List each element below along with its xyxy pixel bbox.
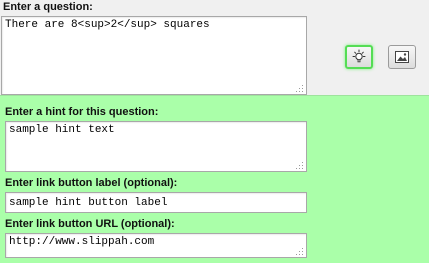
link-label-label: Enter link button label (optional): [5, 177, 178, 189]
hint-label: Enter a hint for this question: [5, 106, 159, 118]
link-url-resize-grip[interactable] [296, 248, 304, 256]
hint-toggle-button[interactable] [345, 45, 373, 69]
link-url-label: Enter link button URL (optional): [5, 218, 175, 230]
image-icon [395, 51, 409, 63]
insert-image-button[interactable] [388, 45, 416, 69]
hint-resize-grip[interactable] [296, 162, 304, 170]
link-label-input[interactable] [5, 192, 307, 213]
question-resize-grip[interactable] [296, 85, 304, 93]
question-label: Enter a question: [3, 1, 93, 13]
lightbulb-icon [352, 49, 366, 63]
link-url-input[interactable]: http://www.slippah.com [5, 233, 307, 258]
hint-panel: Enter a hint for this question: sample h… [0, 95, 429, 263]
hint-textarea[interactable]: sample hint text [5, 121, 307, 172]
question-textarea[interactable]: There are 8<sup>2</sup> squares [1, 16, 307, 95]
